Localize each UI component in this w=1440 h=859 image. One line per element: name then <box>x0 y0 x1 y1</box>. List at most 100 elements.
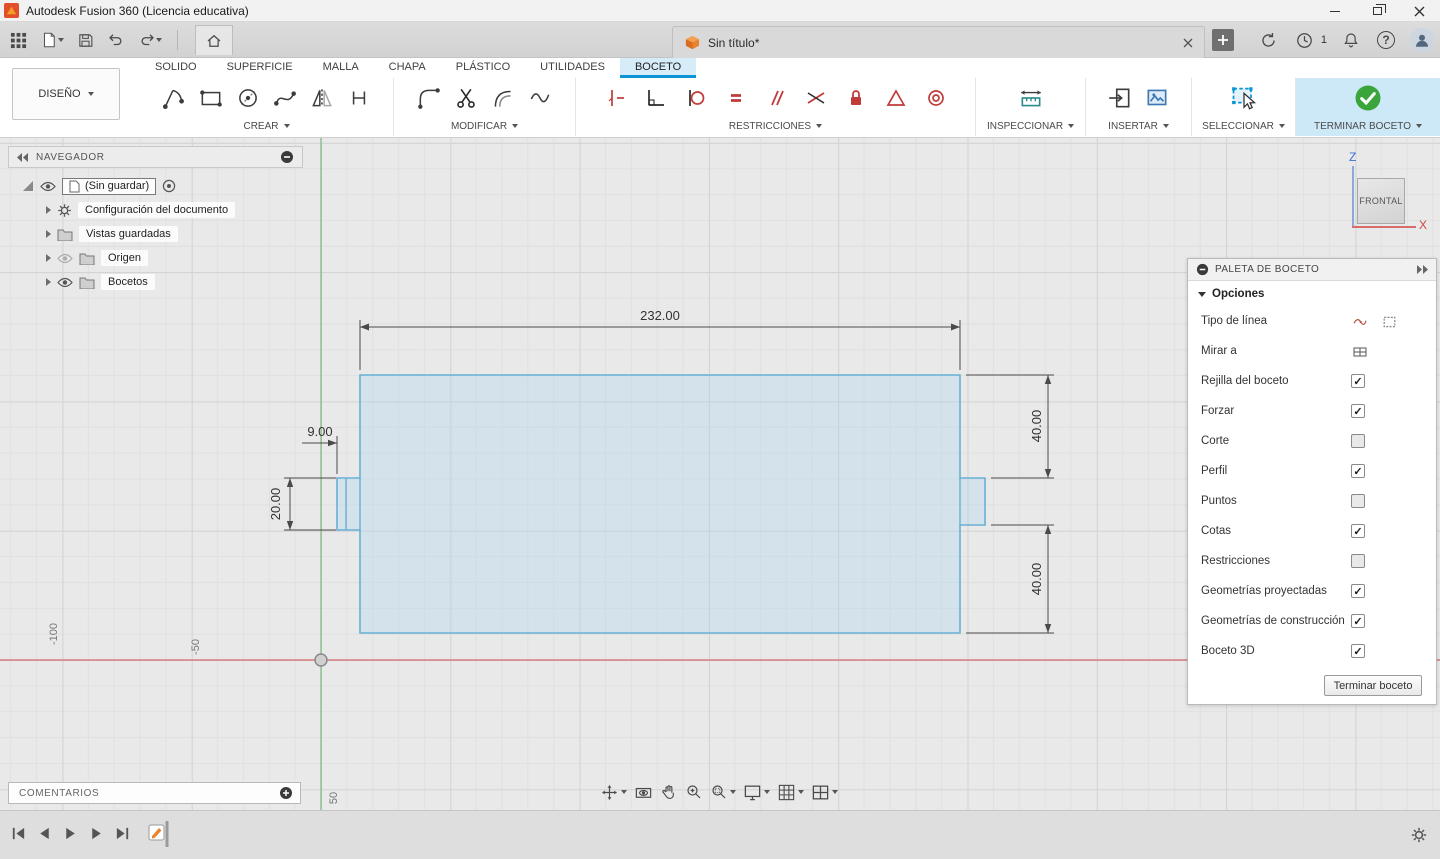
look-at-button[interactable] <box>634 783 653 802</box>
vertical-horizontal-constraint-icon[interactable] <box>604 86 628 110</box>
spline-tool-icon[interactable] <box>272 85 298 111</box>
seleccionar-dropdown[interactable]: SELECCIONAR <box>1192 118 1295 134</box>
eye-icon[interactable] <box>57 277 73 288</box>
tab-boceto[interactable]: BOCETO <box>620 58 696 78</box>
measure-tool-icon[interactable] <box>1017 85 1045 111</box>
timeline-sketch-marker[interactable] <box>148 821 170 847</box>
comments-panel[interactable]: COMENTARIOS <box>8 782 301 804</box>
viewports-button[interactable] <box>811 783 838 802</box>
navigator-header[interactable]: NAVEGADOR <box>8 146 303 168</box>
finish-sketch-button[interactable]: Terminar boceto <box>1324 675 1422 696</box>
home-button[interactable] <box>195 25 233 55</box>
slice-checkbox[interactable] <box>1351 434 1365 448</box>
step-forward-button[interactable] <box>88 825 105 842</box>
origin-point[interactable] <box>315 654 327 666</box>
insertar-dropdown[interactable]: INSERTAR <box>1086 118 1191 134</box>
save-button[interactable] <box>75 30 96 51</box>
tab-malla[interactable]: MALLA <box>308 58 374 78</box>
close-button[interactable] <box>1398 0 1440 22</box>
dimension-right-bottom-value[interactable]: 40.00 <box>1029 563 1044 596</box>
sketch3d-checkbox[interactable] <box>1351 644 1365 658</box>
tab-solido[interactable]: SOLIDO <box>140 58 212 78</box>
skip-to-end-button[interactable] <box>114 825 131 842</box>
notifications-button[interactable] <box>1340 29 1362 51</box>
pan-button[interactable] <box>660 783 678 801</box>
perpendicular-constraint-icon[interactable] <box>644 86 668 110</box>
viewport[interactable]: 232.00 9.00 20.00 <box>0 138 1440 810</box>
profile-checkbox[interactable] <box>1351 464 1365 478</box>
insert-image-icon[interactable] <box>1144 85 1170 111</box>
user-avatar[interactable] <box>1410 28 1434 52</box>
trim-scissors-icon[interactable] <box>453 85 479 111</box>
dimension-width-value[interactable]: 232.00 <box>640 308 680 323</box>
expand-caret-icon[interactable] <box>46 206 51 214</box>
minimize-button[interactable] <box>1314 0 1356 22</box>
collinear-constraint-icon[interactable] <box>804 86 828 110</box>
navigator-display-toggle[interactable] <box>280 150 294 164</box>
projected-checkbox[interactable] <box>1351 584 1365 598</box>
line-tool-icon[interactable] <box>161 85 187 111</box>
step-back-button[interactable] <box>36 825 53 842</box>
viewcube[interactable]: Z FRONTAL X <box>1340 148 1440 243</box>
dimensions-checkbox[interactable] <box>1351 524 1365 538</box>
collapse-panel-icon[interactable] <box>17 153 29 162</box>
rectangle-tool-icon[interactable] <box>198 85 224 111</box>
modificar-dropdown[interactable]: MODIFICAR <box>394 118 575 134</box>
redo-button[interactable] <box>136 29 164 51</box>
linetype-normal-icon[interactable] <box>1351 314 1369 330</box>
dimension-right-top-value[interactable]: 40.00 <box>1029 410 1044 443</box>
fillet-tool-icon[interactable] <box>416 85 442 111</box>
tangent-constraint-icon[interactable] <box>684 86 708 110</box>
document-tab-close-button[interactable] <box>1180 35 1196 51</box>
sync-status-button[interactable] <box>1257 29 1280 52</box>
job-status-button[interactable] <box>1293 29 1316 52</box>
concentric-constraint-icon[interactable] <box>924 86 948 110</box>
mirror-tool-icon[interactable] <box>309 85 335 111</box>
tree-item-document-settings[interactable]: Configuración del documento <box>8 198 303 222</box>
play-button[interactable] <box>62 825 79 842</box>
eye-icon[interactable] <box>40 181 56 192</box>
inspeccionar-dropdown[interactable]: INSPECCIONAR <box>976 118 1085 134</box>
document-tab[interactable]: Sin título* <box>672 26 1205 58</box>
eye-hidden-icon[interactable] <box>57 253 73 264</box>
terminar-boceto-dropdown[interactable]: TERMINAR BOCETO <box>1296 118 1440 134</box>
finish-sketch-icon[interactable] <box>1353 83 1383 113</box>
tree-item-saved-views[interactable]: Vistas guardadas <box>8 222 303 246</box>
app-grid-button[interactable] <box>8 30 29 51</box>
add-comment-button[interactable] <box>279 786 293 800</box>
new-tab-button[interactable] <box>1212 29 1234 51</box>
edit-spline-icon[interactable] <box>527 85 553 111</box>
expand-caret-icon[interactable] <box>46 254 51 262</box>
grid-checkbox[interactable] <box>1351 374 1365 388</box>
skip-to-start-button[interactable] <box>10 825 27 842</box>
tree-item-sketches[interactable]: Bocetos <box>8 270 303 294</box>
restricciones-dropdown[interactable]: RESTRICCIONES <box>576 118 975 134</box>
sketch-profile[interactable] <box>337 375 985 633</box>
timeline-settings-button[interactable] <box>1410 826 1428 844</box>
fix-constraint-icon[interactable] <box>884 86 908 110</box>
tab-utilidades[interactable]: UTILIDADES <box>525 58 620 78</box>
restore-button[interactable] <box>1356 0 1398 22</box>
palette-collapse-button[interactable] <box>1416 265 1428 274</box>
tree-item-origin[interactable]: Origen <box>8 246 303 270</box>
construction-checkbox[interactable] <box>1351 614 1365 628</box>
constraints-checkbox[interactable] <box>1351 554 1365 568</box>
tree-root-row[interactable]: (Sin guardar) <box>8 174 303 198</box>
slot-tool-icon[interactable] <box>346 85 372 111</box>
target-icon[interactable] <box>162 179 176 193</box>
root-document-item[interactable]: (Sin guardar) <box>62 178 156 195</box>
circle-tool-icon[interactable] <box>235 85 261 111</box>
tab-superficie[interactable]: SUPERFICIE <box>212 58 308 78</box>
snap-checkbox[interactable] <box>1351 404 1365 418</box>
orbit-button[interactable] <box>600 783 627 802</box>
insert-dxf-icon[interactable] <box>1107 85 1133 111</box>
expand-caret-icon[interactable] <box>46 230 51 238</box>
crear-dropdown[interactable]: CREAR <box>140 118 393 134</box>
select-tool-icon[interactable] <box>1230 84 1258 112</box>
tab-plastico[interactable]: PLÁSTICO <box>441 58 525 78</box>
dimension-tab-width-value[interactable]: 9.00 <box>307 424 332 439</box>
undo-button[interactable] <box>105 29 127 51</box>
lock-constraint-icon[interactable] <box>844 86 868 110</box>
linetype-construction-icon[interactable] <box>1381 314 1398 330</box>
help-button[interactable] <box>1375 29 1397 51</box>
